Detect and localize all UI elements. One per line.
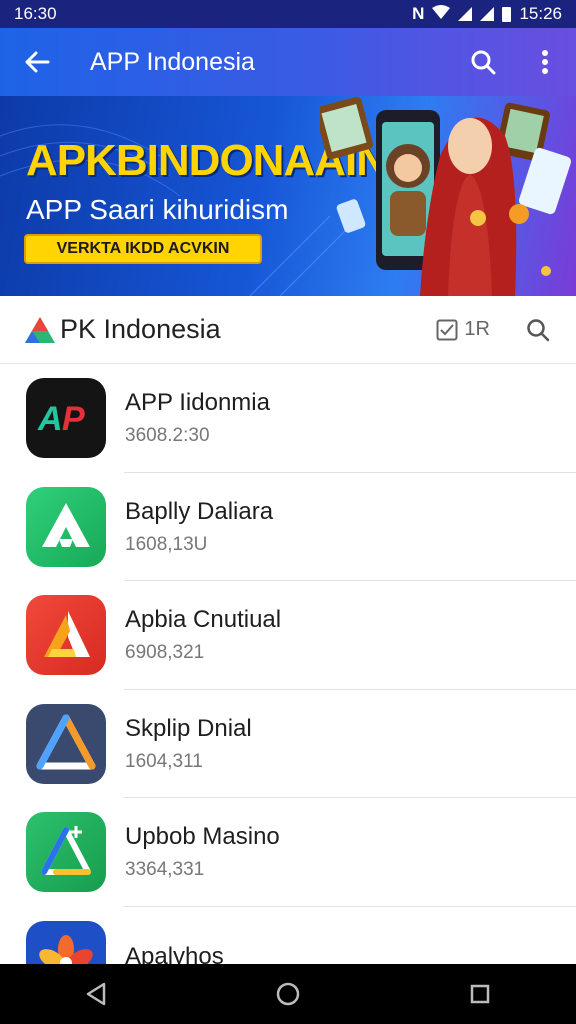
count-label: 1R: [464, 318, 490, 340]
back-arrow-icon: [25, 51, 50, 73]
banner-subline: APP Saari kihuridism: [26, 194, 289, 225]
ap-logo-icon: A P: [26, 378, 106, 459]
green-a-icon: [26, 486, 106, 567]
red-a-icon: [26, 595, 106, 676]
app-meta: 3364,331: [125, 859, 205, 881]
app-meta: 6908,321: [125, 642, 205, 664]
nav-home-button[interactable]: [248, 964, 328, 1024]
search-icon: [471, 50, 496, 75]
list-item[interactable]: Apalyhos: [0, 907, 576, 964]
checkbox-icon: [436, 319, 458, 340]
status-time-right: 15:26: [519, 4, 562, 23]
system-nav-bar: [0, 964, 576, 1024]
svg-text:P: P: [62, 400, 85, 438]
overflow-menu-button[interactable]: [514, 28, 576, 96]
wifi-icon: [432, 4, 451, 24]
home-circle-icon: [276, 982, 300, 1006]
banner-cta-button[interactable]: VERKTA IKDD ACVKIN: [24, 234, 262, 264]
list-item[interactable]: Apbia Cnutiual 6908,321: [0, 581, 576, 690]
apk-logo-icon: [25, 316, 55, 343]
app-name: Skplip Dnial: [125, 714, 252, 742]
status-bar: 16:30 N 15:26: [0, 0, 576, 28]
app-name: Apbia Cnutiual: [125, 606, 282, 634]
list-item[interactable]: Skplip Dnial 1604,311: [0, 690, 576, 798]
app-name: Baplly Daliara: [125, 497, 274, 525]
search-icon: [527, 318, 550, 341]
list-item[interactable]: Upbob Masino 3364,331: [0, 798, 576, 907]
promo-banner[interactable]: APKBINDONAAIN APP Saari kihuridism VERKT…: [0, 96, 576, 296]
brand-name: PK Indonesia: [60, 314, 221, 344]
app-name: Apalyhos: [125, 942, 224, 964]
list-item[interactable]: A P APP Iidonmia 3608.2:30: [0, 364, 576, 473]
nfc-icon: N: [412, 4, 425, 23]
app-meta: 3608.2:30: [125, 425, 210, 447]
list-search-button[interactable]: [510, 318, 566, 342]
drive-a-icon: [26, 812, 106, 893]
flower-icon: [26, 920, 106, 964]
app-meta: 1604,311: [125, 750, 203, 772]
blue-a-icon: [26, 703, 106, 784]
back-triangle-icon: [86, 982, 106, 1006]
app-name: Upbob Masino: [125, 823, 280, 851]
list-item[interactable]: Baplly Daliara 1608,13U: [0, 473, 576, 581]
search-button[interactable]: [452, 28, 514, 96]
signal-icon: [458, 7, 473, 21]
more-vert-icon: [542, 50, 548, 74]
brand-title: A PK Indonesia: [60, 314, 436, 345]
app-meta: 1608,13U: [125, 533, 208, 555]
status-icons: N 15:26: [412, 4, 562, 24]
app-name: APP Iidonmia: [125, 389, 270, 417]
app-bar: APP Indonesia: [0, 28, 576, 96]
back-button[interactable]: [0, 28, 74, 96]
svg-text:A: A: [37, 400, 63, 438]
banner-illustration: [320, 96, 572, 296]
page-title: APP Indonesia: [90, 47, 255, 76]
status-time-left: 16:30: [14, 4, 57, 23]
recents-square-icon: [470, 984, 490, 1004]
nav-recents-button[interactable]: [440, 964, 520, 1024]
battery-icon: [502, 6, 512, 22]
app-list: A P APP Iidonmia 3608.2:30 Baplly Daliar…: [0, 364, 576, 964]
nav-back-button[interactable]: [56, 964, 136, 1024]
section-header: A PK Indonesia 1R: [0, 296, 576, 364]
selection-count[interactable]: 1R: [436, 318, 490, 341]
signal-icon-2: [480, 7, 495, 21]
